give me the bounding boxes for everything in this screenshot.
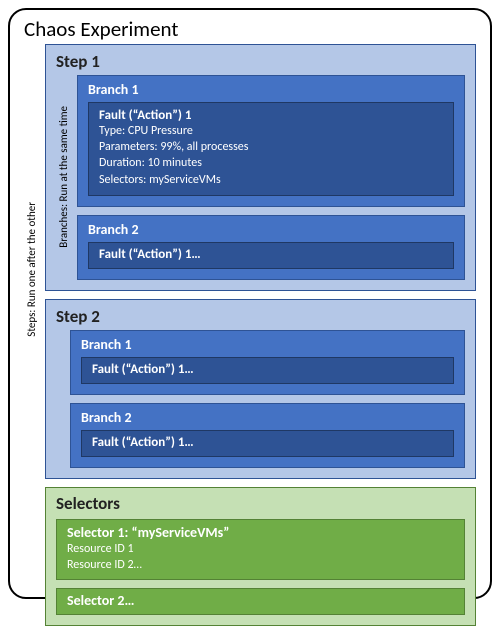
- selector-line: Resource ID 2…: [67, 557, 454, 573]
- branches-column: Branch 1 Fault (“Action”) 1… Branch 2 Fa…: [56, 330, 465, 468]
- fault-box: Fault (“Action”) 1 Type: CPU Pressure Pa…: [88, 102, 454, 196]
- selector-item: Selector 1: “myServiceVMs” Resource ID 1…: [56, 519, 465, 580]
- step-title: Step 1: [56, 51, 465, 72]
- steps-side-label: Steps: Run one after the other: [24, 80, 39, 459]
- fault-box: Fault (“Action”) 1…: [81, 430, 454, 457]
- experiment-container: Chaos Experiment Steps: Run one after th…: [8, 8, 492, 599]
- fault-line: Selectors: myServiceVMs: [99, 172, 443, 188]
- branch-box: Branch 1 Fault (“Action”) 1…: [70, 330, 465, 395]
- branch-title: Branch 2: [88, 221, 454, 238]
- fault-box: Fault (“Action”) 1…: [88, 242, 454, 269]
- selector-item: Selector 2…: [56, 588, 465, 615]
- selector-name: Selector 1: “myServiceVMs”: [67, 524, 454, 541]
- branch-title: Branch 1: [81, 336, 454, 353]
- main-column: Step 1 Branches: Run at the same time Br…: [39, 44, 476, 585]
- fault-title: Fault (“Action”) 1…: [92, 434, 443, 451]
- fault-title: Fault (“Action”) 1…: [92, 361, 443, 378]
- selector-line: Resource ID 1: [67, 541, 454, 557]
- page-title: Chaos Experiment: [24, 16, 476, 42]
- step-title: Step 2: [56, 306, 465, 327]
- selectors-box: Selectors Selector 1: “myServiceVMs” Res…: [45, 487, 476, 626]
- branches-side-label: Branches: Run at the same time: [56, 106, 71, 248]
- branches-column: Branch 1 Fault (“Action”) 1 Type: CPU Pr…: [71, 75, 465, 280]
- fault-line: Duration: 10 minutes: [99, 155, 443, 171]
- step-row: Branches: Run at the same time Branch 1 …: [56, 75, 465, 280]
- step-box-1: Step 1 Branches: Run at the same time Br…: [45, 44, 476, 291]
- fault-line: Parameters: 99%, all processes: [99, 139, 443, 155]
- step-box-2: Step 2 Branch 1 Fault (“Action”) 1… Bran…: [45, 299, 476, 479]
- branch-box: Branch 2 Fault (“Action”) 1…: [70, 403, 465, 468]
- branch-title: Branch 1: [88, 81, 454, 98]
- fault-line: Type: CPU Pressure: [99, 123, 443, 139]
- selectors-title: Selectors: [56, 493, 465, 514]
- content-row: Steps: Run one after the other Step 1 Br…: [24, 44, 476, 585]
- fault-title: Fault (“Action”) 1…: [99, 246, 443, 263]
- branch-title: Branch 2: [81, 409, 454, 426]
- fault-box: Fault (“Action”) 1…: [81, 357, 454, 384]
- branch-box: Branch 1 Fault (“Action”) 1 Type: CPU Pr…: [77, 75, 465, 207]
- fault-title: Fault (“Action”) 1: [99, 108, 443, 123]
- branch-box: Branch 2 Fault (“Action”) 1…: [77, 215, 465, 280]
